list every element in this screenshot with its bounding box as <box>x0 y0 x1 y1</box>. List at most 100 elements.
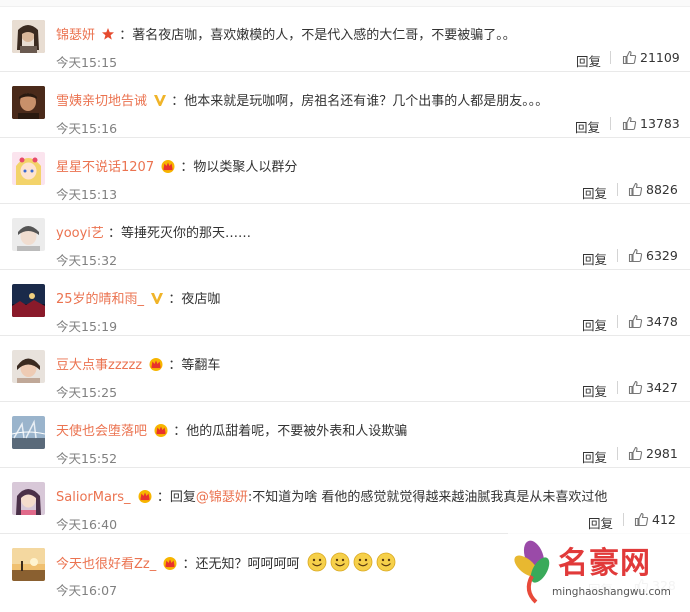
username-link[interactable]: 今天也很好看Zz_ <box>56 557 156 572</box>
crown-badge-icon[interactable] <box>160 159 176 177</box>
avatar[interactable] <box>12 218 45 251</box>
username-link[interactable]: 天使也会堕落吧 <box>56 424 147 439</box>
username-link[interactable]: 25岁的晴和雨_ <box>56 292 144 307</box>
reply-button[interactable]: 回复 <box>576 51 601 70</box>
watermark-name: 名豪网 <box>558 546 651 581</box>
thumbs-up-icon <box>628 248 643 263</box>
thumbs-up-icon <box>628 182 643 197</box>
star-badge-icon[interactable] <box>101 27 115 45</box>
username-link[interactable]: yooyi艺 <box>56 226 104 241</box>
username-link[interactable]: 锦瑟妍 <box>56 28 95 43</box>
comment-text: ：夜店咖 <box>168 292 221 307</box>
thumbs-up-icon <box>628 314 643 329</box>
comment-line: 豆大点事zzzzz ：等翻车 <box>56 354 220 375</box>
username-link[interactable]: 豆大点事zzzzz <box>56 358 142 373</box>
comment-time: 今天15:13 <box>56 187 118 202</box>
comment-time: 今天15:52 <box>56 451 118 466</box>
comment-time: 今天15:16 <box>56 121 118 136</box>
comment-item: 锦瑟妍 ：著名夜店咖，喜欢嫩模的人，不是代入感的大仁哥，不要被骗了。。 今天15… <box>0 6 690 72</box>
crown-badge-icon[interactable] <box>137 489 153 507</box>
avatar[interactable] <box>12 20 45 53</box>
crown-badge-icon[interactable] <box>162 556 178 574</box>
smile-emoji-icon <box>307 552 327 576</box>
avatar[interactable] <box>12 416 45 449</box>
username-link[interactable]: SaliorMars_ <box>56 490 131 505</box>
reply-button[interactable]: 回复 <box>582 381 607 400</box>
avatar[interactable] <box>12 350 45 383</box>
divider <box>617 183 618 196</box>
like-button[interactable]: 6329 <box>628 248 678 263</box>
verified-v-icon[interactable] <box>150 291 164 309</box>
username-link[interactable]: 雪姨亲切地告诫 <box>56 94 147 109</box>
like-button[interactable]: 412 <box>634 512 676 527</box>
crown-badge-icon[interactable] <box>148 357 164 375</box>
comment-text: ：他的瓜甜着呢，不要被外表和人设欺骗 <box>173 424 408 439</box>
like-button[interactable]: 3427 <box>628 380 678 395</box>
comment-list: 锦瑟妍 ：著名夜店咖，喜欢嫩模的人，不是代入感的大仁哥，不要被骗了。。 今天15… <box>0 6 690 600</box>
comment-line: 星星不说话1207 ：物以类聚人以群分 <box>56 156 297 177</box>
avatar[interactable] <box>12 284 45 317</box>
like-count: 21109 <box>640 50 680 65</box>
avatar[interactable] <box>12 152 45 185</box>
comment-text: ：等捶死灭你的那天…… <box>108 226 252 241</box>
comment-time: 今天15:25 <box>56 385 118 400</box>
like-count: 3427 <box>646 380 678 395</box>
comment-item: SaliorMars_ ：回复@锦瑟妍:不知道为啥 看他的感觉就觉得越来越油腻我… <box>0 468 690 534</box>
reply-button[interactable]: 回复 <box>582 183 607 202</box>
comment-time: 今天15:32 <box>56 253 118 268</box>
comment-line: 今天也很好看Zz_ ：还无知？呵呵呵呵 <box>56 552 396 576</box>
watermark-logo-icon <box>514 540 550 604</box>
thumbs-up-icon <box>622 116 637 131</box>
divider <box>617 381 618 394</box>
comment-time: 今天15:19 <box>56 319 118 334</box>
reply-button[interactable]: 回复 <box>582 315 607 334</box>
like-button[interactable]: 21109 <box>622 50 680 65</box>
comment-item: yooyi艺 ：等捶死灭你的那天…… 今天15:32 回复 6329 <box>0 204 690 270</box>
comment-line: 雪姨亲切地告诫 ：他本来就是玩咖啊，房祖名还有谁？几个出事的人都是朋友。。。 <box>56 90 548 111</box>
comment-item: 星星不说话1207 ：物以类聚人以群分 今天15:13 回复 8826 <box>0 138 690 204</box>
comment-text: ：著名夜店咖，喜欢嫩模的人，不是代入感的大仁哥，不要被骗了。。 <box>119 28 516 43</box>
like-count: 3478 <box>646 314 678 329</box>
like-button[interactable]: 2981 <box>628 446 678 461</box>
comment-item: 豆大点事zzzzz ：等翻车 今天15:25 回复 3427 <box>0 336 690 402</box>
avatar[interactable] <box>12 86 45 119</box>
like-count: 412 <box>652 512 676 527</box>
reply-button[interactable]: 回复 <box>582 447 607 466</box>
smile-emoji-icon <box>353 552 373 576</box>
like-count: 13783 <box>640 116 680 131</box>
verified-v-icon[interactable] <box>153 93 167 111</box>
thumbs-up-icon <box>634 512 649 527</box>
avatar[interactable] <box>12 548 45 581</box>
comment-line: yooyi艺 ：等捶死灭你的那天…… <box>56 222 251 241</box>
comment-line: 天使也会堕落吧 ：他的瓜甜着呢，不要被外表和人设欺骗 <box>56 420 407 441</box>
reply-button[interactable]: 回复 <box>582 249 607 268</box>
reply-button[interactable]: 回复 <box>575 117 600 136</box>
like-button[interactable]: 8826 <box>628 182 678 197</box>
like-button[interactable]: 13783 <box>622 116 680 131</box>
crown-badge-icon[interactable] <box>153 423 169 441</box>
site-watermark: 名豪网 minghaoshangwu.com <box>508 530 690 612</box>
like-count: 2981 <box>646 446 678 461</box>
thumbs-up-icon <box>622 50 637 65</box>
avatar[interactable] <box>12 482 45 515</box>
smile-emoji-icon <box>330 552 350 576</box>
comment-text: ：还无知？呵呵呵呵 <box>182 557 300 572</box>
like-count: 6329 <box>646 248 678 263</box>
divider <box>617 249 618 262</box>
mention-link[interactable]: @锦瑟妍 <box>196 490 248 505</box>
comment-line: 25岁的晴和雨_ ：夜店咖 <box>56 288 220 309</box>
comment-text: ：他本来就是玩咖啊，房祖名还有谁？几个出事的人都是朋友。。。 <box>171 94 549 109</box>
comment-item: 天使也会堕落吧 ：他的瓜甜着呢，不要被外表和人设欺骗 今天15:52 回复 29… <box>0 402 690 468</box>
like-button[interactable]: 3478 <box>628 314 678 329</box>
comment-line: 锦瑟妍 ：著名夜店咖，喜欢嫩模的人，不是代入感的大仁哥，不要被骗了。。 <box>56 24 516 45</box>
watermark-url: minghaoshangwu.com <box>552 586 671 598</box>
divider <box>623 513 624 526</box>
username-link[interactable]: 星星不说话1207 <box>56 160 154 175</box>
thumbs-up-icon <box>628 446 643 461</box>
smile-emoji-icon <box>376 552 396 576</box>
thumbs-up-icon <box>628 380 643 395</box>
comment-item: 25岁的晴和雨_ ：夜店咖 今天15:19 回复 3478 <box>0 270 690 336</box>
divider <box>610 51 611 64</box>
comment-time: 今天16:07 <box>56 583 118 598</box>
like-count: 8826 <box>646 182 678 197</box>
